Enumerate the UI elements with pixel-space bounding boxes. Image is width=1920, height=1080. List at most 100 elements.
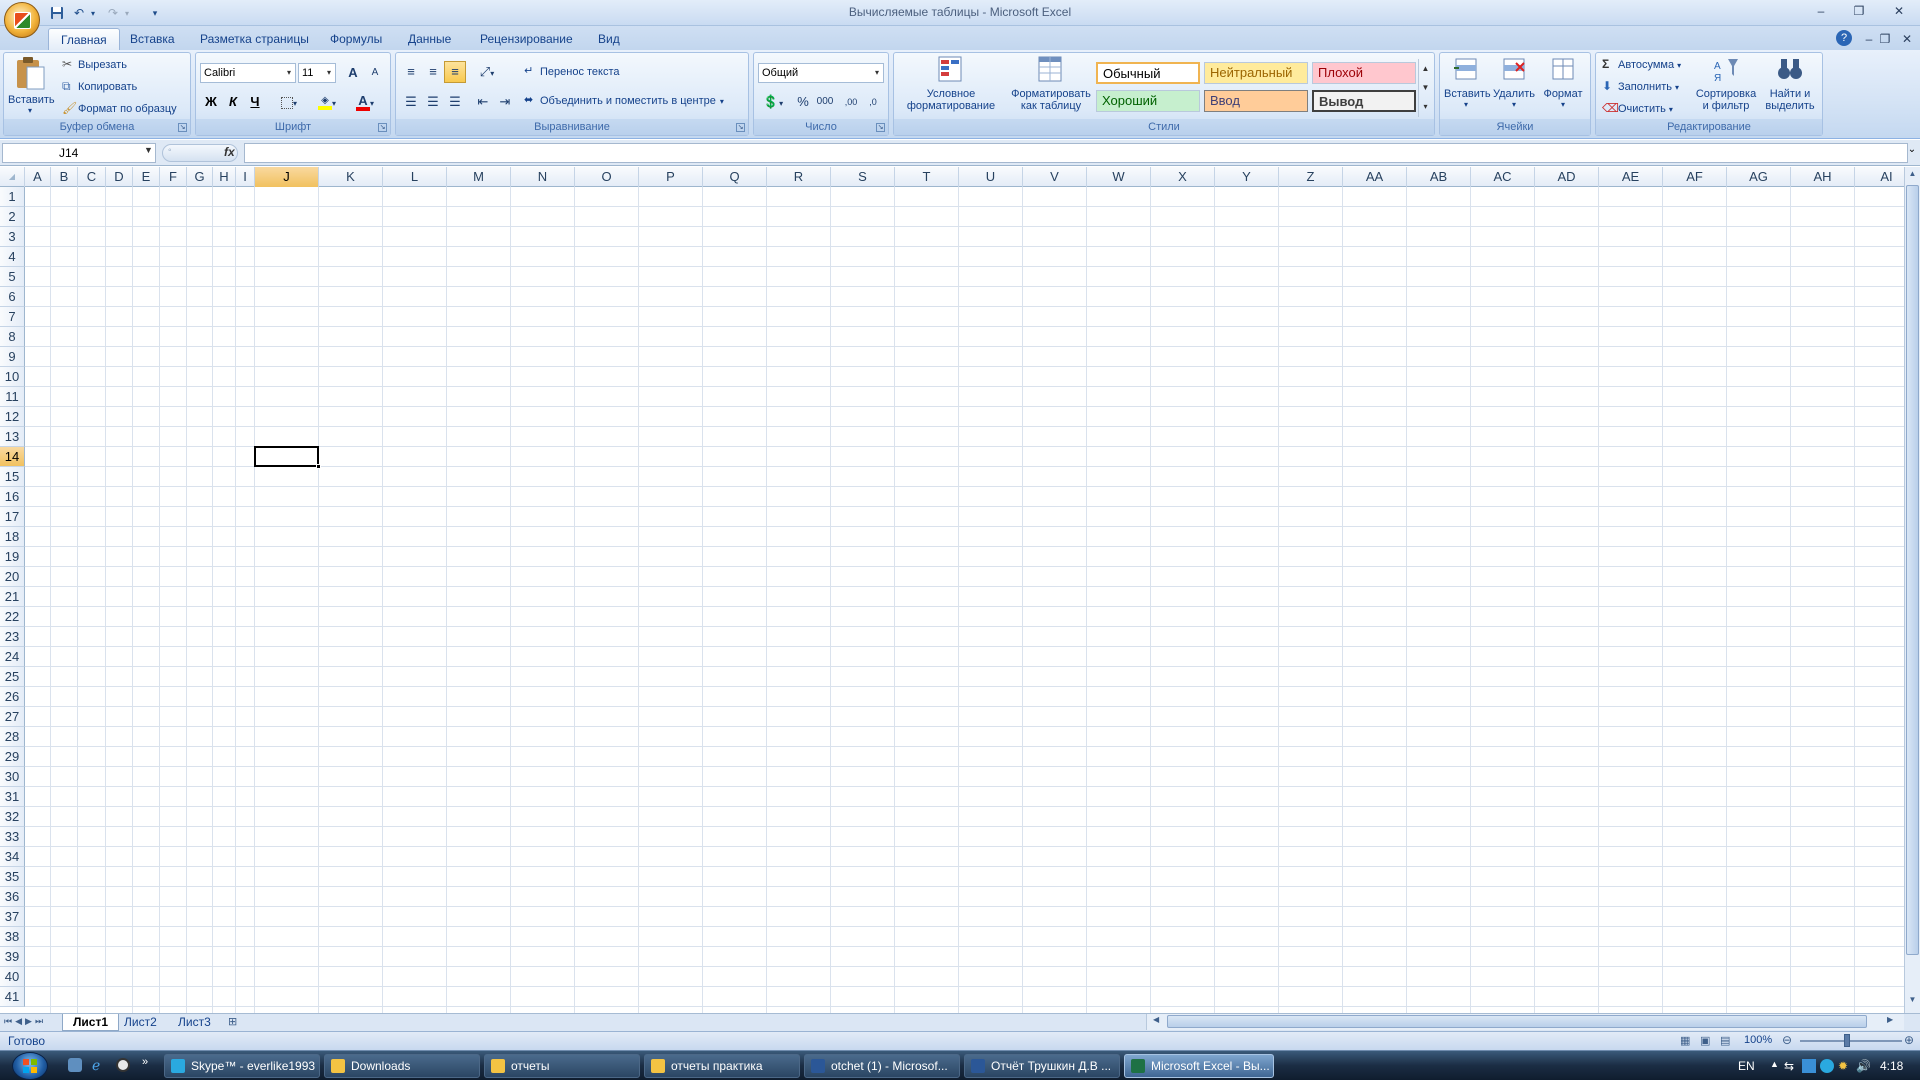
- row-header-23[interactable]: 23: [0, 627, 25, 647]
- column-header-ac[interactable]: AC: [1471, 167, 1535, 187]
- zoom-level[interactable]: 100%: [1744, 1034, 1772, 1046]
- row-header-3[interactable]: 3: [0, 227, 25, 247]
- show-hidden-icons-icon[interactable]: ▲: [1770, 1059, 1779, 1069]
- column-header-p[interactable]: P: [639, 167, 703, 187]
- row-header-17[interactable]: 17: [0, 507, 25, 527]
- column-header-j[interactable]: J: [255, 167, 319, 187]
- thousands-button[interactable]: 000: [814, 91, 836, 113]
- column-header-r[interactable]: R: [767, 167, 831, 187]
- row-header-12[interactable]: 12: [0, 407, 25, 427]
- fill-button[interactable]: ⬇ Заполнить ▾: [1602, 79, 1679, 95]
- font-name-combo[interactable]: Calibri ▾: [200, 63, 296, 83]
- select-all-corner[interactable]: ◢: [0, 167, 25, 187]
- row-header-38[interactable]: 38: [0, 927, 25, 947]
- decrease-indent-icon[interactable]: ⇤: [472, 91, 494, 113]
- column-header-c[interactable]: C: [78, 167, 106, 187]
- sort-filter-button[interactable]: АЯ Сортировка и фильтр: [1694, 55, 1758, 112]
- orientation-icon[interactable]: ⤢▾: [472, 61, 502, 83]
- column-header-f[interactable]: F: [160, 167, 187, 187]
- align-top-icon[interactable]: ≡: [400, 61, 422, 83]
- row-header-24[interactable]: 24: [0, 647, 25, 667]
- wrap-text-button[interactable]: ↵ Перенос текста: [524, 64, 620, 80]
- row-header-29[interactable]: 29: [0, 747, 25, 767]
- vertical-scroll-thumb[interactable]: [1906, 185, 1919, 955]
- row-header-30[interactable]: 30: [0, 767, 25, 787]
- row-header-22[interactable]: 22: [0, 607, 25, 627]
- format-as-table-button[interactable]: Форматировать как таблицу: [1004, 55, 1098, 112]
- horizontal-scroll-thumb[interactable]: [1167, 1015, 1867, 1028]
- view-page-layout-icon[interactable]: ▣: [1700, 1034, 1710, 1047]
- taskbar-item[interactable]: Microsoft Excel - Вы...: [1124, 1054, 1274, 1078]
- media-player-icon[interactable]: [116, 1058, 130, 1072]
- scroll-right-icon[interactable]: ▶: [1887, 1015, 1893, 1024]
- increase-indent-icon[interactable]: ⇥: [494, 91, 516, 113]
- align-middle-icon[interactable]: ≡: [422, 61, 444, 83]
- copy-button[interactable]: ⧉ Копировать: [62, 79, 137, 95]
- column-header-aa[interactable]: AA: [1343, 167, 1407, 187]
- taskbar-item[interactable]: отчеты: [484, 1054, 640, 1078]
- alignment-launcher-icon[interactable]: ↘: [736, 123, 745, 132]
- minimize-button[interactable]: –: [1808, 2, 1834, 20]
- bold-button[interactable]: Ж: [200, 91, 222, 113]
- help-icon[interactable]: ?: [1836, 30, 1852, 46]
- column-header-y[interactable]: Y: [1215, 167, 1279, 187]
- row-header-35[interactable]: 35: [0, 867, 25, 887]
- increase-decimal-button[interactable]: ,00: [840, 91, 862, 113]
- column-header-k[interactable]: K: [319, 167, 383, 187]
- sheet-nav-icon[interactable]: ⏮◀▶⏭: [4, 1016, 46, 1027]
- taskbar-item[interactable]: Downloads: [324, 1054, 480, 1078]
- insert-sheet-icon[interactable]: ⊞: [228, 1015, 248, 1030]
- row-header-15[interactable]: 15: [0, 467, 25, 487]
- scroll-up-icon[interactable]: ▲: [1906, 169, 1919, 183]
- tab-insert[interactable]: Вставка: [118, 28, 187, 50]
- decrease-decimal-button[interactable]: ,0: [862, 91, 884, 113]
- row-header-25[interactable]: 25: [0, 667, 25, 687]
- style-input[interactable]: Ввод: [1204, 90, 1308, 112]
- style-neutral[interactable]: Нейтральный: [1204, 62, 1308, 84]
- column-header-i[interactable]: I: [236, 167, 255, 187]
- row-header-6[interactable]: 6: [0, 287, 25, 307]
- column-header-a[interactable]: A: [25, 167, 51, 187]
- quick-launch-more-icon[interactable]: »: [142, 1056, 148, 1068]
- row-header-41[interactable]: 41: [0, 987, 25, 1007]
- row-header-1[interactable]: 1: [0, 187, 25, 207]
- borders-button[interactable]: ▾: [272, 91, 306, 113]
- row-header-28[interactable]: 28: [0, 727, 25, 747]
- column-header-ag[interactable]: AG: [1727, 167, 1791, 187]
- horizontal-scrollbar[interactable]: ◀ ▶: [1146, 1014, 1904, 1030]
- delete-cells-button[interactable]: Удалить ▾: [1492, 55, 1536, 109]
- align-left-icon[interactable]: ☰: [400, 91, 422, 113]
- zoom-slider-thumb[interactable]: [1844, 1034, 1850, 1047]
- merge-center-button[interactable]: ⬌ Объединить и поместить в центре ▾: [524, 93, 724, 109]
- row-header-10[interactable]: 10: [0, 367, 25, 387]
- column-header-ae[interactable]: AE: [1599, 167, 1663, 187]
- scroll-down-icon[interactable]: ▼: [1906, 995, 1919, 1009]
- row-header-39[interactable]: 39: [0, 947, 25, 967]
- row-header-4[interactable]: 4: [0, 247, 25, 267]
- column-header-af[interactable]: AF: [1663, 167, 1727, 187]
- italic-button[interactable]: К: [222, 91, 244, 113]
- restore-button[interactable]: ❐: [1846, 2, 1872, 20]
- find-select-button[interactable]: Найти и выделить: [1760, 55, 1820, 112]
- tab-data[interactable]: Данные: [396, 28, 463, 50]
- zoom-out-icon[interactable]: ⊖: [1782, 1033, 1792, 1047]
- clipboard-launcher-icon[interactable]: ↘: [178, 123, 187, 132]
- show-desktop-icon[interactable]: [68, 1058, 82, 1072]
- style-normal[interactable]: Обычный: [1096, 62, 1200, 84]
- row-header-7[interactable]: 7: [0, 307, 25, 327]
- tab-page-layout[interactable]: Разметка страницы: [188, 28, 321, 50]
- office-button[interactable]: [4, 2, 40, 38]
- row-header-9[interactable]: 9: [0, 347, 25, 367]
- taskbar-item[interactable]: Skype™ - everlike1993: [164, 1054, 320, 1078]
- column-header-t[interactable]: T: [895, 167, 959, 187]
- taskbar-item[interactable]: otchet (1) - Microsof...: [804, 1054, 960, 1078]
- paste-button[interactable]: Вставить ▾: [8, 55, 55, 119]
- vertical-scrollbar[interactable]: ▲ ▼: [1904, 167, 1920, 1013]
- format-cells-button[interactable]: Формат ▾: [1540, 55, 1586, 109]
- row-header-18[interactable]: 18: [0, 527, 25, 547]
- conditional-formatting-button[interactable]: Условное форматирование: [898, 55, 1004, 112]
- row-header-11[interactable]: 11: [0, 387, 25, 407]
- fill-handle[interactable]: [316, 464, 321, 469]
- column-header-e[interactable]: E: [133, 167, 160, 187]
- column-header-q[interactable]: Q: [703, 167, 767, 187]
